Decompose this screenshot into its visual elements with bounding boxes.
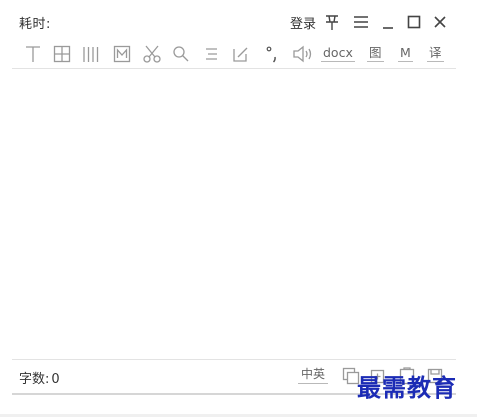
docx-button[interactable]: docx xyxy=(321,45,355,62)
toolbar: docx 图 M 译 xyxy=(12,40,456,69)
char-count-label: 字数: xyxy=(19,372,50,387)
menu-icon[interactable] xyxy=(351,11,371,33)
language-toggle[interactable]: 中英 xyxy=(298,367,329,384)
speaker-icon[interactable] xyxy=(292,43,314,65)
char-count: 字数: 0 xyxy=(19,368,60,387)
login-button[interactable]: 登录 xyxy=(290,13,316,32)
pin-icon[interactable] xyxy=(322,11,342,33)
elapsed-time: 耗时: xyxy=(19,13,53,32)
elapsed-label: 耗时: xyxy=(19,17,51,32)
punctuation-icon[interactable] xyxy=(263,43,281,65)
columns-icon[interactable] xyxy=(82,43,100,65)
close-icon[interactable] xyxy=(430,11,450,33)
watermark-logo: 最需教育 xyxy=(357,373,457,402)
char-count-value: 0 xyxy=(51,372,60,387)
image-button[interactable]: 图 xyxy=(367,45,384,62)
m-button[interactable]: M xyxy=(398,45,413,62)
result-text-area[interactable] xyxy=(12,69,456,359)
maximize-icon[interactable] xyxy=(404,11,424,33)
table-icon[interactable] xyxy=(53,43,71,65)
scissors-icon[interactable] xyxy=(142,43,162,65)
align-icon[interactable] xyxy=(203,43,221,65)
translate-button[interactable]: 译 xyxy=(427,45,444,62)
text-format-icon[interactable] xyxy=(24,43,42,65)
ocr-window: 耗时: 登录 docx 图 M 译 字数: 0 中英 最需教育 xyxy=(0,0,477,417)
search-icon[interactable] xyxy=(172,43,190,65)
edit-icon[interactable] xyxy=(232,43,250,65)
minimize-icon[interactable] xyxy=(378,11,398,33)
markdown-icon[interactable] xyxy=(113,43,131,65)
